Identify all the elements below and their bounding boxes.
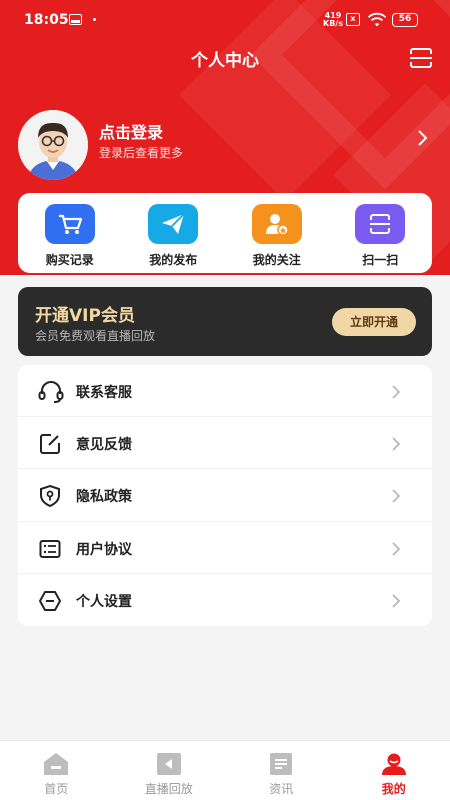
tab-live-replay[interactable]: 直播回放 — [113, 741, 226, 800]
tab-mine[interactable]: 我的 — [338, 741, 450, 800]
wifi-icon — [367, 12, 387, 32]
menu-item-personal-settings[interactable]: 个人设置 — [18, 574, 432, 626]
network-speed: 419 KB/s — [323, 11, 343, 28]
agreement-icon — [38, 537, 62, 561]
menu-item-privacy-policy[interactable]: 隐私政策 — [18, 469, 432, 522]
vip-banner[interactable]: 开通VIP会员 会员免费观看直播回放 立即开通 — [18, 287, 432, 356]
vip-title: 开通VIP会员 — [35, 306, 135, 326]
quick-action-my-follows[interactable]: 我的关注 — [237, 204, 317, 268]
page-title: 个人中心 — [191, 51, 259, 71]
scan-icon[interactable] — [409, 47, 433, 73]
avatar[interactable] — [18, 110, 88, 180]
user-follow-icon — [251, 204, 302, 244]
scan-icon — [355, 204, 406, 244]
playback-icon — [156, 753, 181, 775]
chevron-right-icon — [391, 488, 401, 508]
login-subtitle: 登录后查看更多 — [99, 146, 184, 160]
news-icon — [270, 753, 293, 775]
chevron-right-icon — [391, 593, 401, 613]
tab-news[interactable]: 资讯 — [225, 741, 338, 800]
menu-item-customer-service[interactable]: 联系客服 — [18, 365, 432, 418]
bottom-tab-bar: 首页 直播回放 资讯 我的 — [0, 740, 450, 800]
quick-action-purchase-records[interactable]: 购买记录 — [30, 204, 110, 268]
home-icon — [44, 753, 69, 775]
chevron-right-icon[interactable] — [417, 129, 429, 151]
feedback-icon — [38, 432, 62, 456]
chevron-right-icon — [391, 436, 401, 456]
shield-icon — [38, 484, 62, 508]
quick-actions-card: 购买记录 我的发布 我的关注 扫一扫 — [18, 193, 432, 273]
chevron-right-icon — [391, 384, 401, 404]
battery-icon: 56 — [392, 13, 418, 27]
notification-dot-icon — [93, 18, 96, 21]
vip-subtitle: 会员免费观看直播回放 — [35, 329, 156, 343]
status-bar: 18:05 419 KB/s x 56 — [0, 0, 450, 40]
sim-icon: x — [346, 13, 360, 26]
headset-icon — [38, 380, 64, 404]
quick-action-my-posts[interactable]: 我的发布 — [133, 204, 213, 268]
status-time: 18:05 — [24, 12, 69, 28]
quick-action-scan[interactable]: 扫一扫 — [340, 204, 420, 268]
paper-plane-icon — [148, 204, 199, 244]
vip-activate-button[interactable]: 立即开通 — [332, 308, 416, 336]
settings-menu: 联系客服 意见反馈 隐私政策 用户协议 个人设置 — [18, 365, 432, 626]
notification-app-icon — [69, 14, 82, 25]
tab-home[interactable]: 首页 — [0, 741, 113, 800]
chevron-right-icon — [391, 541, 401, 561]
cart-icon — [44, 204, 95, 244]
profile-icon — [381, 753, 406, 775]
login-prompt[interactable]: 点击登录 — [99, 119, 163, 143]
settings-icon — [38, 589, 62, 613]
menu-item-user-agreement[interactable]: 用户协议 — [18, 522, 432, 574]
menu-item-feedback[interactable]: 意见反馈 — [18, 417, 432, 470]
